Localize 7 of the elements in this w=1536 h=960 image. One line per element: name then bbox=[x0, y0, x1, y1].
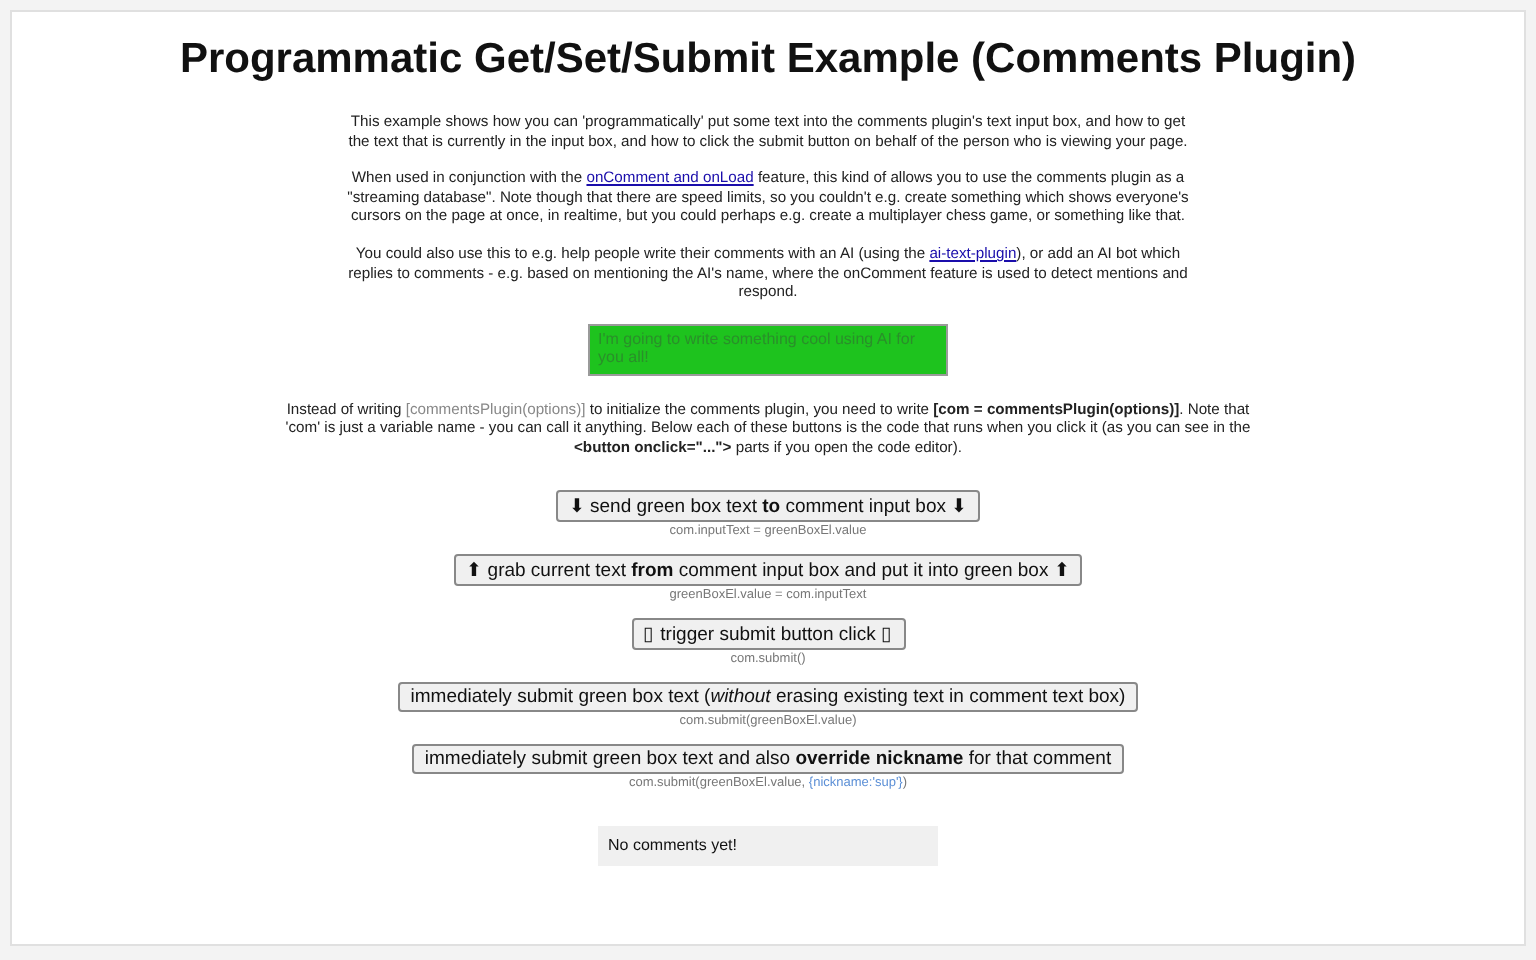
comments-panel: No comments yet! bbox=[598, 825, 938, 866]
action-button[interactable]: ▯ trigger submit button click ▯ bbox=[631, 617, 905, 650]
action-button[interactable]: ⬇ send green box text to comment input box ⬇ bbox=[556, 489, 980, 522]
page-title: Programmatic Get/Set/Submit Example (Comments Plugin) bbox=[179, 36, 1357, 84]
action-button[interactable]: immediately submit green box text and also override nickname for that comment bbox=[412, 743, 1124, 774]
action-button[interactable]: ⬆ grab current text from comment input box and put it into green box ⬆ bbox=[454, 553, 1082, 586]
action-button[interactable]: immediately submit green box text (without erasing existing text in comment text box) bbox=[398, 681, 1138, 712]
